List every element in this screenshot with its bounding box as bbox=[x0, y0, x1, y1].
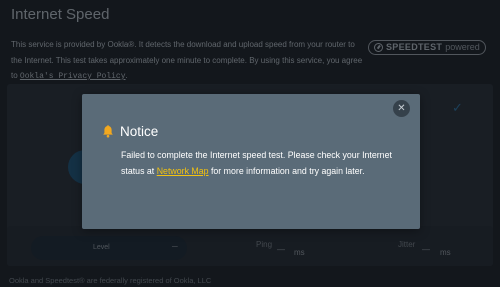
network-map-link[interactable]: Network Map bbox=[157, 166, 209, 176]
dialog-message: Failed to complete the Internet speed te… bbox=[121, 148, 401, 179]
notice-dialog: ✕ Notice Failed to complete the Internet… bbox=[82, 94, 420, 229]
dialog-title: Notice bbox=[120, 124, 159, 139]
close-button[interactable]: ✕ bbox=[393, 100, 410, 117]
message-text-end: for more information and try again later… bbox=[208, 165, 365, 176]
dialog-header: Notice bbox=[102, 124, 158, 139]
bell-icon bbox=[103, 125, 113, 138]
